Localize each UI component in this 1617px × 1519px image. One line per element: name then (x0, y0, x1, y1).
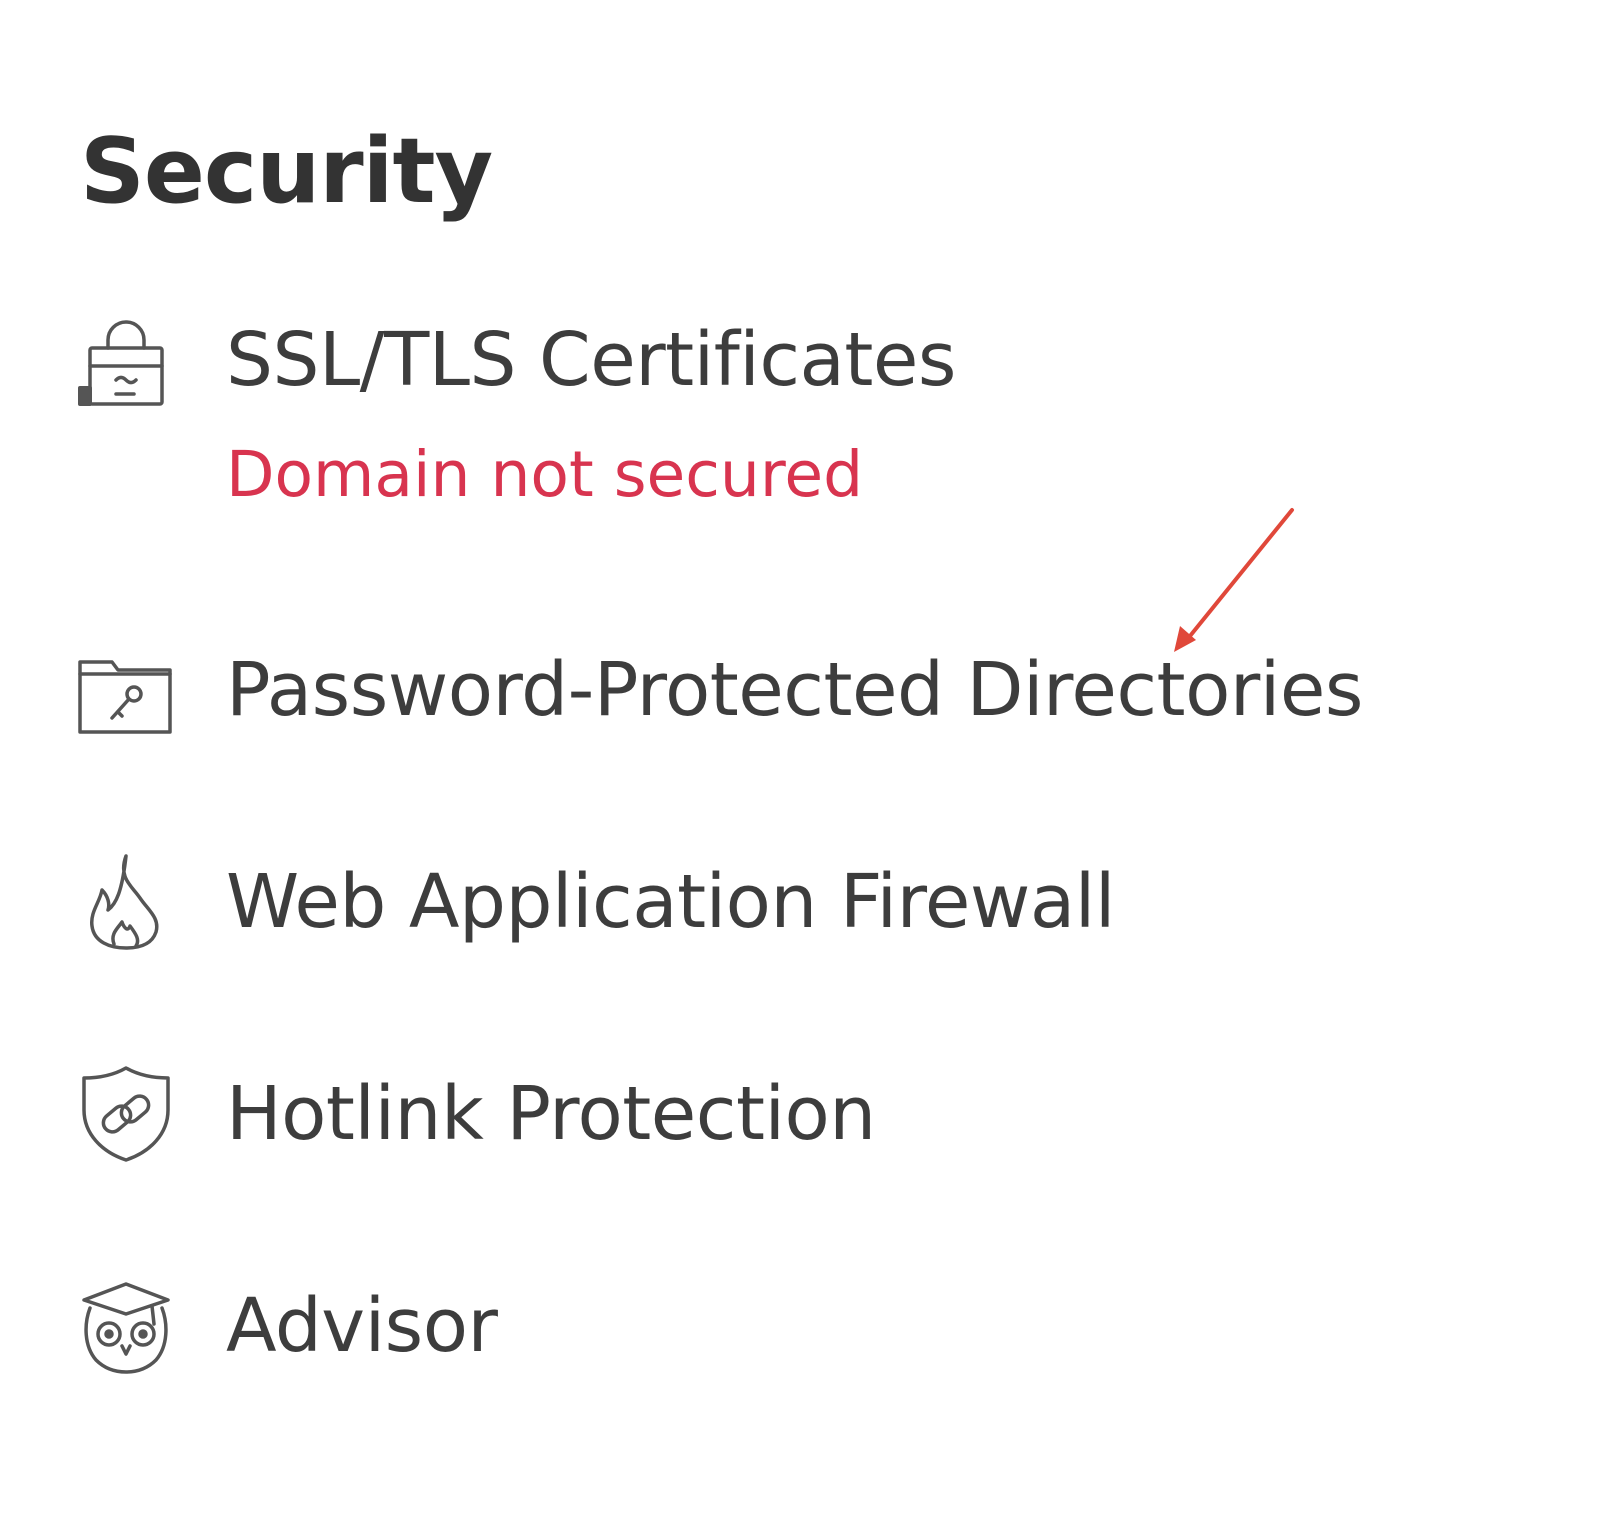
ssl-status-text: Domain not secured (226, 438, 864, 511)
menu-label-hotlink-protection: Hotlink Protection (226, 1071, 876, 1157)
section-title: Security (80, 119, 493, 224)
menu-item-password-protected-directories[interactable]: Password-Protected Directories (76, 640, 1496, 740)
lock-certificate-icon (76, 310, 176, 410)
shield-link-icon (76, 1064, 176, 1164)
menu-label-advisor: Advisor (226, 1283, 498, 1369)
menu-item-ssl-tls-certificates[interactable]: SSL/TLS Certificates Domain not secured (76, 310, 1076, 540)
menu-label-web-application-firewall: Web Application Firewall (226, 859, 1115, 945)
menu-label-password-protected-directories: Password-Protected Directories (226, 647, 1363, 733)
menu-item-web-application-firewall[interactable]: Web Application Firewall (76, 852, 1176, 952)
flame-icon (76, 852, 176, 952)
owl-icon (76, 1276, 176, 1376)
folder-key-icon (76, 640, 176, 740)
menu-item-hotlink-protection[interactable]: Hotlink Protection (76, 1064, 936, 1164)
menu-item-advisor[interactable]: Advisor (76, 1276, 536, 1376)
menu-label-ssl-tls-certificates: SSL/TLS Certificates (226, 317, 956, 403)
